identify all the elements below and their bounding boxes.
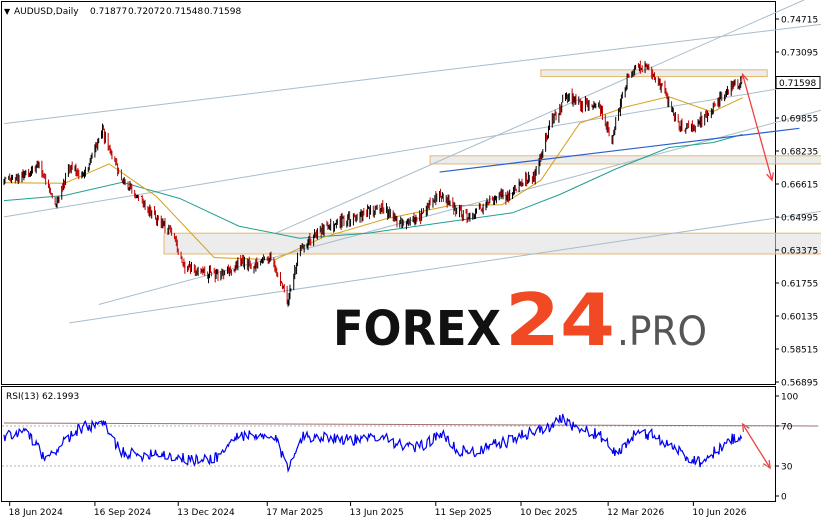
- price-tick-label: 0.61755: [781, 280, 818, 290]
- price-tick-label: 0.73095: [781, 49, 818, 59]
- date-tick-label: 10 Jun 2026: [692, 508, 746, 518]
- price-tick-label: 0.68235: [781, 148, 818, 158]
- price-tick-label: 0.69855: [781, 115, 818, 125]
- dropdown-triangle-icon[interactable]: ▼: [4, 7, 11, 16]
- rsi-tick-label: 0: [781, 493, 787, 503]
- trading-chart-window: 0.74715 0.73095 0.71598 0.69855 0.68235 0.666…: [0, 0, 821, 523]
- current-price-label: 0.71598: [779, 79, 816, 89]
- ohlc-low: 0.71548: [166, 7, 203, 17]
- rsi-tick-label: 70: [781, 423, 793, 433]
- date-tick-label: 10 Dec 2025: [520, 508, 578, 518]
- date-tick-label: 18 Jun 2024: [9, 508, 63, 518]
- ohlc-close: 0.71598: [204, 7, 241, 17]
- watermark-24: 24: [505, 278, 615, 362]
- price-tick-label: 0.63375: [781, 247, 818, 257]
- date-tick-label: 12 Mar 2026: [607, 508, 664, 518]
- watermark-pro: .PRO: [617, 309, 707, 355]
- rsi-tick-label: 30: [781, 463, 793, 473]
- date-tick-label: 13 Dec 2024: [177, 508, 235, 518]
- price-tick-label: 0.58515: [781, 346, 818, 356]
- price-tick-label: 0.74715: [781, 16, 818, 26]
- symbol-label: AUDUSD,Daily: [14, 7, 79, 17]
- header: ▼ AUDUSD,Daily 0.71877 0.72072 0.71548 0…: [4, 7, 241, 17]
- date-tick-label: 13 Jun 2025: [350, 508, 404, 518]
- ohlc-high: 0.72072: [128, 7, 165, 17]
- chart-canvas: 0.74715 0.73095 0.71598 0.69855 0.68235 0.666…: [1, 0, 821, 518]
- price-tick-label: 0.56895: [781, 379, 818, 389]
- date-tick-label: 17 Mar 2025: [266, 508, 323, 518]
- rsi-tick-label: 100: [781, 393, 798, 403]
- price-tick-label: 0.60135: [781, 313, 818, 323]
- date-tick-label: 16 Sep 2024: [94, 508, 151, 518]
- rsi-label: RSI(13) 62.1993: [6, 392, 79, 402]
- zone-rect: [163, 232, 821, 255]
- price-tick-label: 0.64995: [781, 214, 818, 224]
- date-tick-label: 11 Sep 2025: [435, 508, 492, 518]
- watermark-forex: FOREX: [333, 301, 501, 357]
- price-tick-label: 0.66615: [781, 181, 818, 191]
- ohlc-open: 0.71877: [90, 7, 127, 17]
